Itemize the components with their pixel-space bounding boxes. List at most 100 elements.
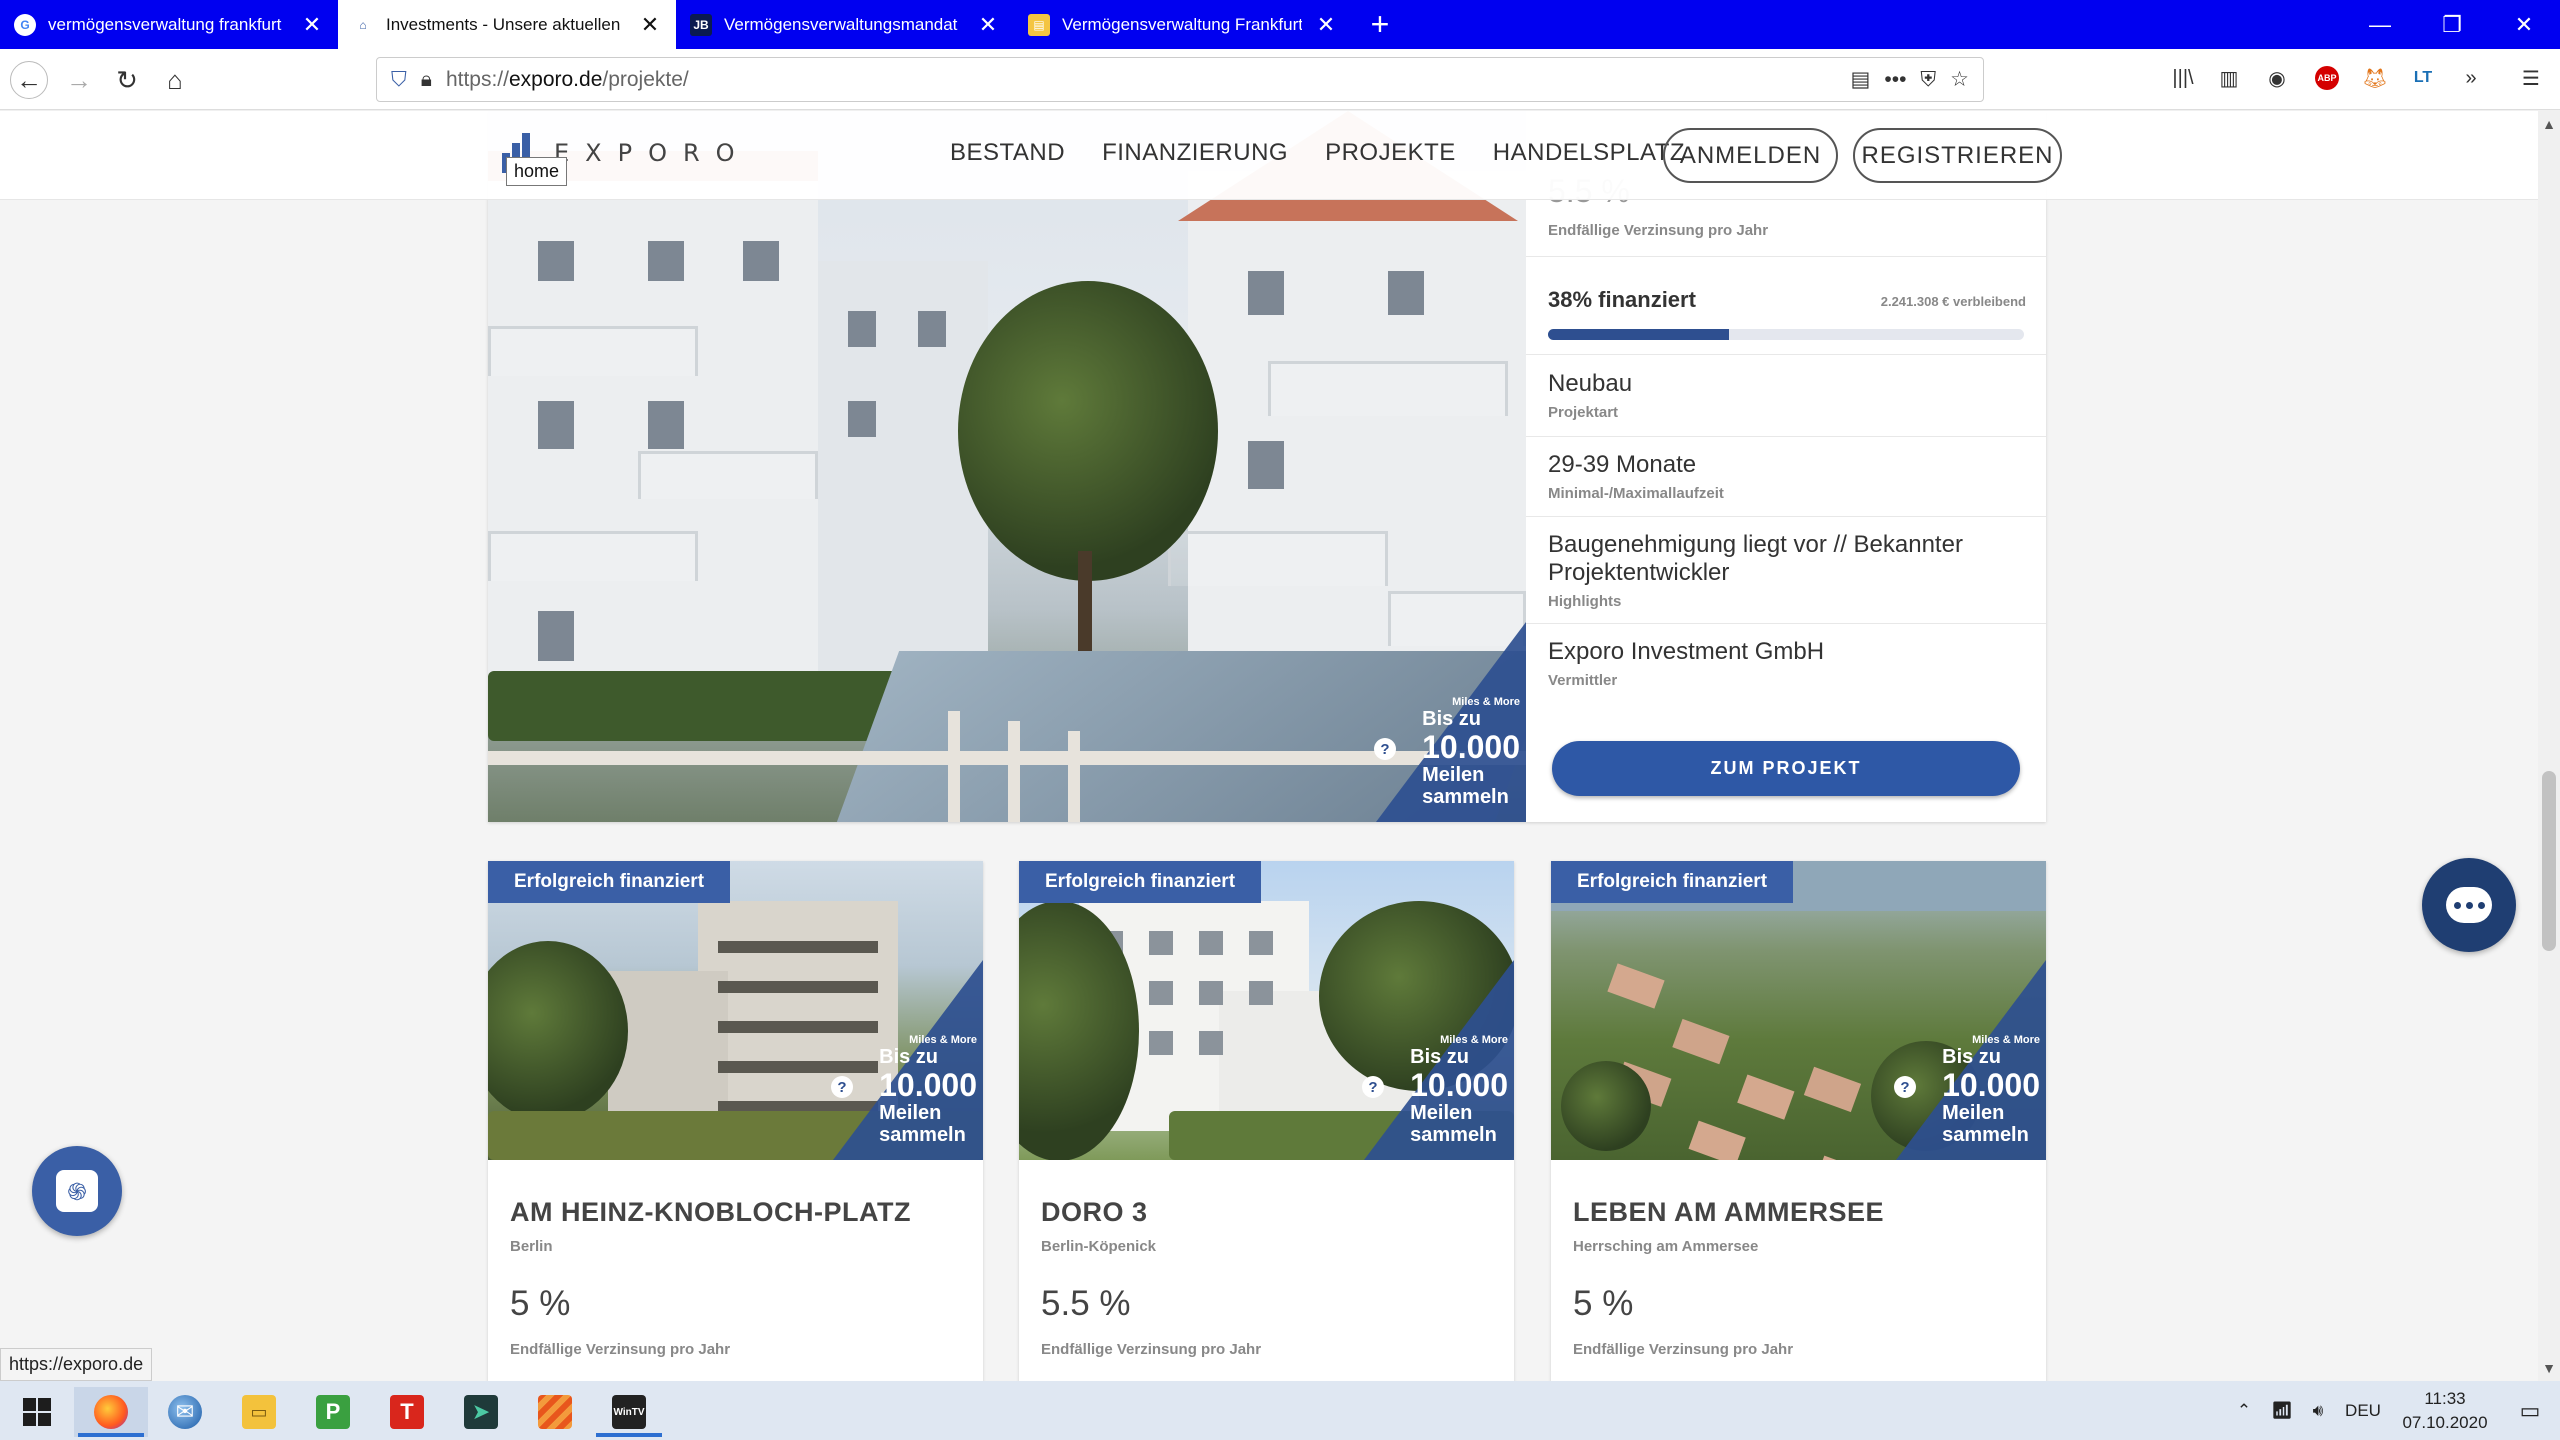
adblock-icon[interactable]: ABP [2312,63,2342,93]
zum-projekt-button[interactable]: ZUM PROJEKT [1552,741,2020,796]
menu-icon[interactable]: ☰ [2516,63,2546,93]
info-row-project-type: Neubau Projektart [1526,355,2046,437]
t-app-taskbar-icon[interactable]: T [370,1387,444,1437]
app-taskbar-icon[interactable] [518,1387,592,1437]
project-card[interactable]: Erfolgreich finanziert ? Miles & More Bi… [488,861,983,1381]
pocket-icon[interactable]: ⛨ [1920,68,1936,92]
clock[interactable]: 11:33 07.10.2020 [2390,1387,2500,1435]
nav-finanzierung[interactable]: FINANZIERUNG [1102,139,1288,167]
project-card[interactable]: Erfolgreich finanziert ? Miles & More Bi… [1551,861,2046,1381]
miles-brand: Miles & More [909,1034,977,1046]
exporo-icon: ⌂ [352,13,374,36]
windows-start-icon[interactable] [0,1387,74,1437]
tab-vermoegensverwaltungsmandat[interactable]: JB Vermögensverwaltungsmandat ✕ [676,0,1014,49]
project-card-image[interactable]: Erfolgreich finanziert ? Miles & More Bi… [488,861,983,1160]
p-app-taskbar-icon[interactable]: P [296,1387,370,1437]
info-row-broker: Exporo Investment GmbH Vermittler [1526,624,2046,724]
project-rate: 5 % [510,1284,571,1323]
tab-exporo-investments[interactable]: ⌂ Investments - Unsere aktuellen ✕ [338,0,676,49]
volume-icon[interactable]: 🔊︎ [2300,1401,2336,1421]
lock-icon[interactable]: 🔒︎ [421,68,432,92]
miles-and-more-badge: ? Miles & More Bis zu 10.000 Meilen samm… [1894,960,2046,1160]
page-actions-icon[interactable]: ••• [1884,68,1906,92]
info-value: 29-39 Monate [1548,451,1697,478]
register-button[interactable]: REGISTRIEREN [1853,128,2062,183]
project-title[interactable]: LEBEN AM AMMERSEE [1573,1197,1884,1228]
nav-handelsplatz[interactable]: HANDELSPLATZ [1493,139,1685,167]
thunderbird-taskbar-icon[interactable]: ✉ [148,1387,222,1437]
shield-icon[interactable]: ⛉ [391,68,407,92]
project-city: Herrsching am Ammersee [1573,1238,1759,1255]
funding-progress-bar [1548,329,2024,340]
new-tab-button[interactable]: + [1352,0,1408,49]
featured-project-image[interactable]: ? Miles & More Bis zu 10.000 Meilen samm… [488,111,1526,822]
chat-button[interactable] [2422,858,2516,952]
project-title[interactable]: AM HEINZ-KNOBLOCH-PLATZ [510,1197,911,1228]
overflow-icon[interactable]: » [2456,63,2486,93]
tab-title: Vermögensverwaltung Frankfurt [1062,14,1302,34]
close-icon[interactable]: ✕ [1314,12,1338,38]
funded-label: 38% finanziert [1548,287,1696,312]
close-icon[interactable]: ✕ [976,12,1000,38]
main-nav: BESTAND FINANZIERUNG PROJEKTE HANDELSPLA… [950,139,1685,167]
close-window-icon[interactable]: ✕ [2488,0,2560,49]
extension-icon[interactable]: LT [2408,63,2438,93]
close-icon[interactable]: ✕ [300,12,324,38]
help-icon[interactable]: ? [1362,1076,1384,1098]
url-bar[interactable]: ⛉ 🔒︎ https://exporo.de/projekte/ ▤ ••• ⛨… [376,57,1984,102]
page-scrollbar[interactable]: ▲ ▼ [2538,111,2560,1381]
google-icon: G [14,13,36,36]
miles-line3: sammeln [1410,1124,1497,1146]
miles-line2: Meilen [1422,764,1485,786]
help-icon[interactable]: ? [1894,1076,1916,1098]
reload-button[interactable]: ↻ [108,61,146,99]
sidebar-icon[interactable]: ▥ [2214,63,2244,93]
file-explorer-taskbar-icon[interactable]: ▭ [222,1387,296,1437]
miles-amount: 10.000 [1410,1067,1508,1103]
help-icon[interactable]: ? [1374,738,1396,760]
close-icon[interactable]: ✕ [638,12,662,38]
home-button[interactable]: ⌂ [156,61,194,99]
notification-icon[interactable]: ▭ [2500,1398,2560,1424]
network-icon[interactable]: 📶︎ [2264,1401,2300,1421]
scroll-up-arrow[interactable]: ▲ [2538,113,2560,135]
metamask-icon[interactable]: 🦊︎ [2360,63,2390,93]
minimize-icon[interactable]: — [2344,0,2416,49]
back-button[interactable]: ← [10,61,48,99]
tv-app-taskbar-icon[interactable]: WinTV [592,1387,666,1437]
forward-button[interactable]: → [60,61,98,99]
reader-view-icon[interactable]: ▤ [1851,67,1871,92]
bookmark-star-icon[interactable]: ☆ [1950,67,1969,92]
nav-projekte[interactable]: PROJEKTE [1325,139,1456,167]
project-rate-label: Endfällige Verzinsung pro Jahr [510,1341,731,1358]
project-card-image[interactable]: Erfolgreich finanziert ? Miles & More Bi… [1019,861,1514,1160]
project-card-image[interactable]: Erfolgreich finanziert ? Miles & More Bi… [1551,861,2046,1160]
project-city: Berlin-Köpenick [1041,1238,1157,1255]
help-icon[interactable]: ? [831,1076,853,1098]
account-icon[interactable]: ◉ [2262,63,2292,93]
system-tray: ⌃ 📶︎ 🔊︎ DEU 11:33 07.10.2020 ▭ [2224,1381,2560,1440]
fingerprint-button[interactable]: ֍ [32,1146,122,1236]
project-card[interactable]: Erfolgreich finanziert ? Miles & More Bi… [1019,861,1514,1381]
language-indicator[interactable]: DEU [2336,1401,2390,1421]
app-taskbar-icon[interactable]: ➤ [444,1387,518,1437]
miles-line1: Bis zu [879,1046,939,1068]
chevron-up-icon[interactable]: ⌃ [2224,1401,2264,1421]
login-button[interactable]: ANMELDEN [1663,128,1838,183]
tab-google-search[interactable]: G vermögensverwaltung frankfurt ✕ [0,0,338,49]
document-icon: ▤ [1028,13,1050,36]
info-label: Highlights [1548,593,1622,610]
library-icon[interactable]: |||\ [2168,63,2198,93]
firefox-taskbar-icon[interactable] [74,1387,148,1437]
project-title[interactable]: DORO 3 [1041,1197,1148,1228]
window-controls: — ❐ ✕ [2344,0,2560,49]
tab-title: vermögensverwaltung frankfurt [48,14,282,34]
status-badge: Erfolgreich finanziert [488,861,731,903]
project-rate-label: Endfällige Verzinsung pro Jahr [1573,1341,1794,1358]
scroll-thumb[interactable] [2542,771,2556,951]
scroll-down-arrow[interactable]: ▼ [2538,1357,2560,1379]
nav-bestand[interactable]: BESTAND [950,139,1065,167]
logo-text: EXPORO [554,139,751,167]
tab-vermoegensverwaltung-frankfurt[interactable]: ▤ Vermögensverwaltung Frankfurt ✕ [1014,0,1352,49]
restore-icon[interactable]: ❐ [2416,0,2488,49]
